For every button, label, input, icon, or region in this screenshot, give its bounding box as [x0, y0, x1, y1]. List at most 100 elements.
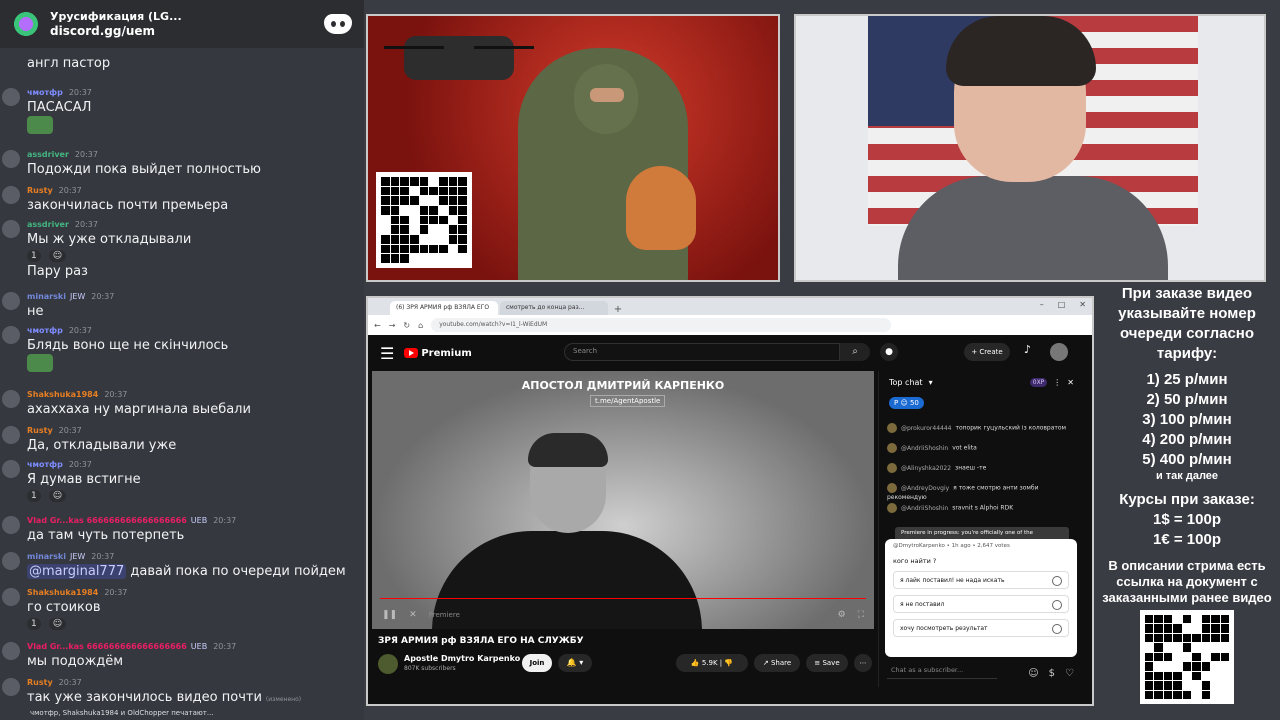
username[interactable]: assdriver [27, 150, 69, 159]
minimize-icon[interactable]: – [1040, 300, 1044, 309]
avatar[interactable] [2, 186, 20, 204]
add-reaction-icon[interactable]: ☺ [48, 490, 67, 502]
chat-line: @Alinyshka2022 знаеш -те [887, 463, 1074, 473]
add-reaction-icon[interactable]: ☺ [48, 618, 67, 630]
channel-avatar[interactable] [378, 654, 398, 674]
mic-icon[interactable]: ● [880, 343, 898, 361]
username[interactable]: Shakshuka1984 [27, 390, 98, 399]
close-icon[interactable]: ✕ [1079, 300, 1086, 309]
video-player[interactable]: АПОСТОЛ ДМИТРИЙ КАРПЕНКО t.me/AgentApost… [372, 371, 874, 629]
reload-icon[interactable]: ↻ [403, 321, 410, 330]
channel-name[interactable]: Apostle Dmytro Karpenko [404, 654, 520, 663]
pause-icon[interactable]: ❚❚ [382, 610, 397, 620]
avatar[interactable] [2, 326, 20, 344]
avatar[interactable] [2, 588, 20, 606]
sticker-image [27, 116, 53, 134]
like-button[interactable]: 👍 5.9K | 👎 [676, 654, 748, 672]
mute-icon[interactable]: ✕ [409, 610, 417, 620]
notifications-icon[interactable]: ♪ [1024, 343, 1031, 356]
tab-second[interactable]: смотреть до конца раз... [500, 301, 608, 315]
username[interactable]: Vlad Gr...kas 666666666666666666 [27, 642, 187, 651]
avatar[interactable] [2, 88, 20, 106]
reaction-count[interactable]: 1 [27, 618, 41, 630]
new-tab-icon[interactable]: + [610, 304, 626, 315]
avatar[interactable] [2, 642, 20, 660]
share-button[interactable]: ↗ Share [754, 654, 800, 672]
chat-username[interactable]: @Alinyshka2022 [901, 465, 951, 472]
price-line: 2) 50 р/мин [1146, 391, 1228, 408]
pinned-badge: P ☺ 50 [889, 397, 924, 409]
save-button[interactable]: ≡ Save [806, 654, 848, 672]
username[interactable]: minarski [27, 292, 66, 301]
more-icon[interactable]: ⋯ [854, 654, 872, 672]
role-badge: JEW [69, 292, 86, 301]
avatar[interactable] [2, 552, 20, 570]
avatar[interactable] [887, 503, 897, 513]
settings-icon[interactable]: ⚙ [838, 610, 846, 620]
server-name: Урусификация (LG... [50, 10, 182, 23]
poll-option[interactable]: я не поставил [893, 595, 1069, 613]
avatar[interactable] [887, 463, 897, 473]
home-icon[interactable]: ⌂ [418, 321, 423, 330]
username[interactable]: чмотфр [27, 326, 63, 335]
avatar[interactable] [2, 678, 20, 696]
maximize-icon[interactable]: □ [1058, 300, 1066, 309]
back-icon[interactable]: ← [374, 321, 381, 330]
username[interactable]: Rusty [27, 426, 53, 435]
add-reaction-icon[interactable]: ☺ [48, 250, 67, 262]
username[interactable]: minarski [27, 552, 66, 561]
username[interactable]: Rusty [27, 186, 53, 195]
message-text: Подожди пока выйдет полностью [27, 162, 261, 177]
fullscreen-icon[interactable]: ⛶ [858, 610, 864, 620]
chat-input[interactable]: Chat as a subscriber... [887, 663, 997, 679]
chat-username[interactable]: @AndriiShoshin [901, 445, 948, 452]
progress-bar[interactable] [380, 598, 866, 599]
avatar[interactable] [887, 423, 897, 433]
avatar[interactable] [2, 390, 20, 408]
reaction-count[interactable]: 1 [27, 490, 41, 502]
reaction-count[interactable]: 1 [27, 250, 41, 262]
forward-icon[interactable]: → [389, 321, 396, 330]
timestamp: 20:37 [58, 426, 82, 435]
heart-icon[interactable]: ♡ [1065, 668, 1074, 679]
avatar[interactable] [887, 443, 897, 453]
poll-option[interactable]: я лайк поставил! не нада искать [893, 571, 1069, 589]
create-button[interactable]: + Create [964, 343, 1010, 361]
emoji-icon[interactable]: ☺ [1028, 668, 1038, 679]
avatar[interactable] [2, 292, 20, 310]
poll-option[interactable]: хочу посмотреть результат [893, 619, 1069, 637]
youtube-logo[interactable]: Premium [404, 348, 472, 359]
search-icon[interactable]: ⌕ [840, 343, 870, 361]
top-chat-selector[interactable]: Top chat [889, 378, 923, 387]
avatar[interactable] [2, 426, 20, 444]
username[interactable]: Vlad Gr...kas 666666666666666666 [27, 516, 187, 525]
super-chat-icon[interactable]: $ [1049, 668, 1055, 679]
url-field[interactable]: youtube.com/watch?v=I1_l-WiEdUM [431, 318, 892, 332]
avatar[interactable] [2, 220, 20, 238]
avatar[interactable] [1050, 343, 1068, 361]
avatar[interactable] [887, 483, 897, 493]
username[interactable]: assdriver [27, 220, 69, 229]
message-meta: чмотфр 20:37 [27, 460, 92, 469]
qr-code [376, 172, 472, 268]
chat-username[interactable]: @prokuror44444 [901, 425, 951, 432]
username[interactable]: чмотфр [27, 460, 63, 469]
username[interactable]: чмотфр [27, 88, 63, 97]
avatar[interactable] [2, 150, 20, 168]
pricing-info: При заказе видео указывайте номер очеред… [1102, 284, 1272, 704]
chat-username[interactable]: @AndriiShoshin [901, 505, 948, 512]
avatar[interactable] [2, 460, 20, 478]
join-button[interactable]: Join [522, 654, 552, 672]
search-input[interactable]: Search [564, 343, 840, 361]
avatar[interactable] [2, 516, 20, 534]
username[interactable]: Shakshuka1984 [27, 588, 98, 597]
user-mention[interactable]: @marginal777 [27, 564, 127, 579]
close-icon[interactable]: ✕ [1067, 378, 1074, 387]
subscribe-bell-button[interactable]: 🔔 ▾ [558, 654, 592, 672]
chevron-down-icon[interactable]: ▾ [929, 378, 933, 387]
chat-username[interactable]: @AndreyDovgiy [901, 485, 949, 492]
more-icon[interactable]: ⋮ [1053, 378, 1061, 387]
menu-icon[interactable]: ☰ [380, 344, 394, 363]
username[interactable]: Rusty [27, 678, 53, 687]
tab-youtube-video[interactable]: (6) ЗРЯ АРМИЯ рф ВЗЯЛА ЕГО [390, 301, 498, 315]
